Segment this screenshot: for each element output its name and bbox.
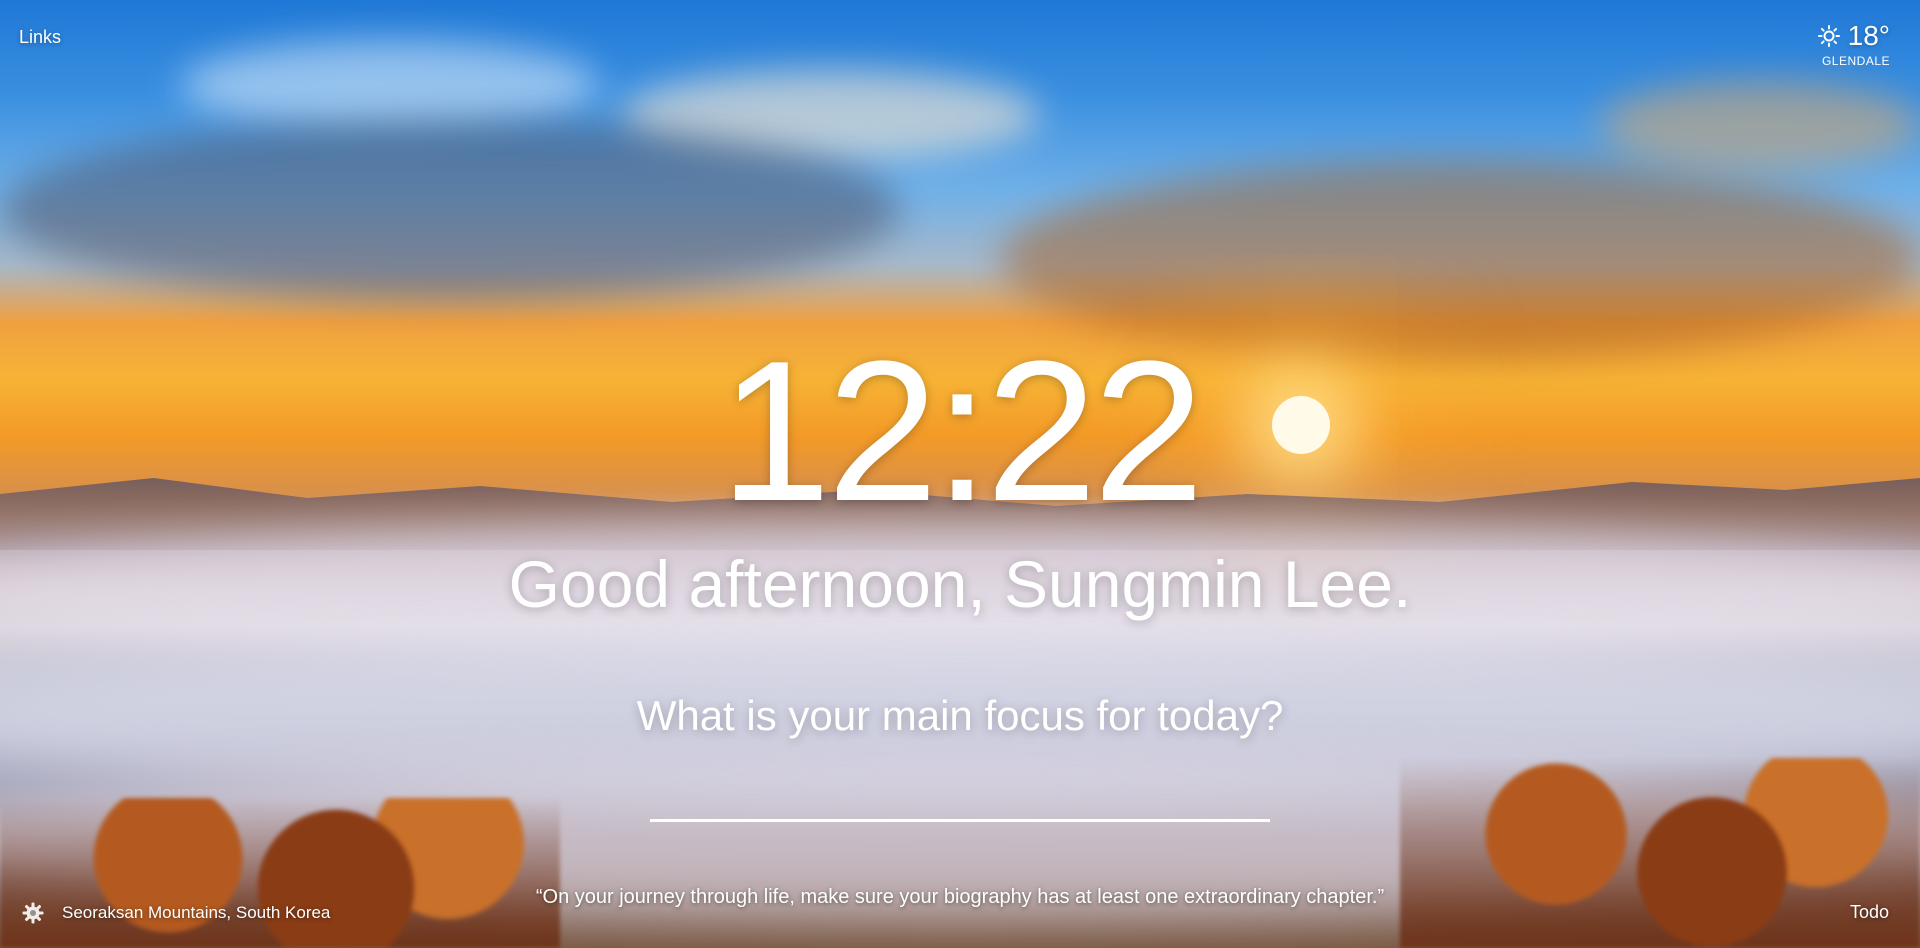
links-button[interactable]: Links [19, 27, 61, 48]
greeting: Good afternoon, Sungmin Lee. [508, 547, 1412, 621]
foliage-right [1400, 758, 1920, 948]
foliage-left [0, 798, 560, 948]
cloud [180, 40, 600, 130]
sun-icon [1817, 25, 1840, 47]
background-photo: Links 18° GLENDALE 12:22 Good afternoon,… [0, 0, 1920, 948]
todo-button[interactable]: Todo [1850, 902, 1889, 923]
cloud [0, 120, 900, 300]
photo-location[interactable]: Seoraksan Mountains, South Korea [62, 903, 330, 923]
focus-prompt: What is your main focus for today? [636, 692, 1284, 739]
focus-input[interactable] [650, 780, 1270, 822]
weather-location: GLENDALE [1821, 54, 1890, 68]
cloud [1600, 80, 1920, 170]
photo-info: Seoraksan Mountains, South Korea [22, 902, 330, 924]
clock: 12:22 [719, 320, 1205, 543]
temperature: 18° [1847, 20, 1890, 51]
gear-icon[interactable] [22, 902, 44, 924]
weather-widget[interactable]: 18° GLENDALE [1817, 20, 1890, 68]
